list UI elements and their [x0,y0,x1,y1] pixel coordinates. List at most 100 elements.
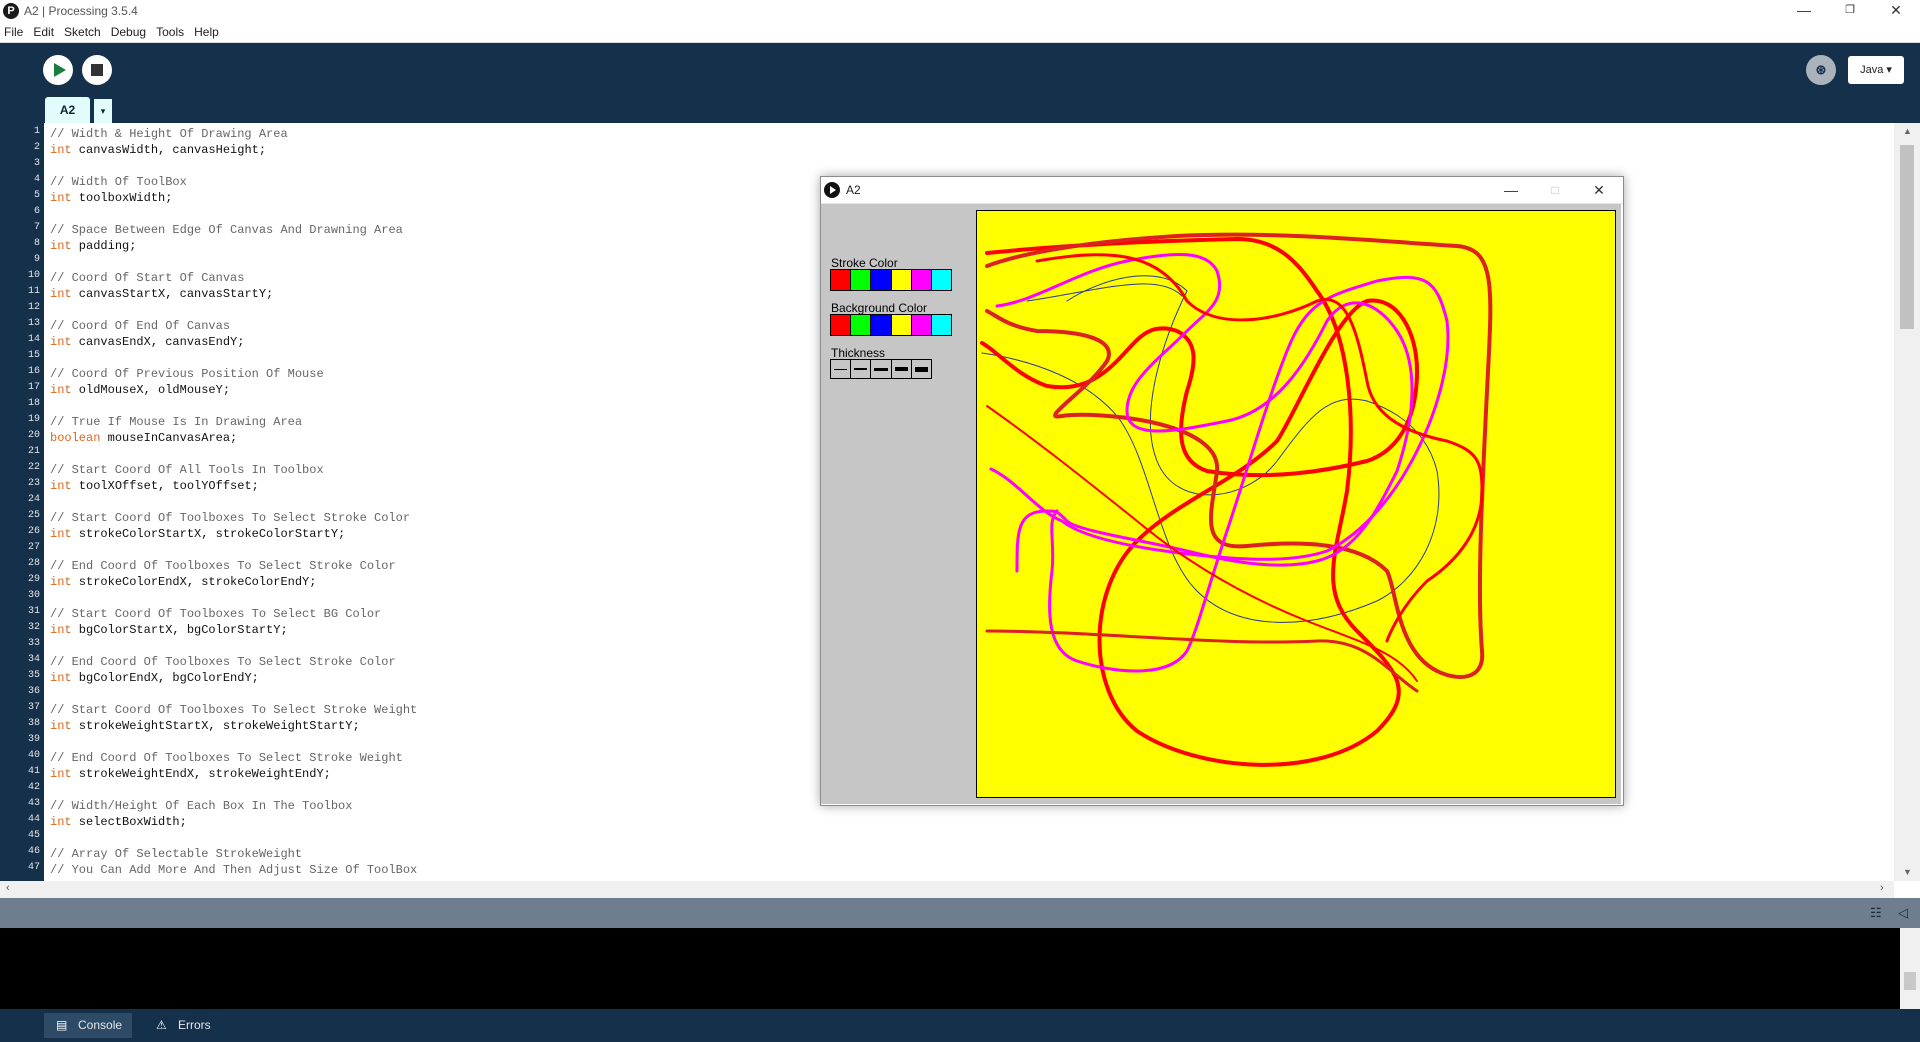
code-line[interactable]: int selectBoxWidth; [50,814,417,830]
thickness-option-1[interactable] [831,360,852,378]
code-line[interactable]: // Coord Of Start Of Canvas [50,270,417,286]
menu-sketch[interactable]: Sketch [59,22,106,39]
stroke-swatch-green[interactable] [851,270,872,290]
bg-swatch-magenta[interactable] [911,315,932,335]
sketch-maximize-icon[interactable]: □ [1533,177,1577,203]
code-line[interactable]: // Width/Height Of Each Box In The Toolb… [50,798,417,814]
stroke-swatch-cyan[interactable] [931,270,952,290]
bg-swatch-cyan[interactable] [931,315,952,335]
code-line[interactable]: // End Coord Of Toolboxes To Select Stro… [50,750,417,766]
code-line[interactable]: int strokeColorStartX, strokeColorStartY… [50,526,417,542]
code-line[interactable]: // Coord Of Previous Position Of Mouse [50,366,417,382]
collapse-arrow-icon[interactable]: ◁ [1898,905,1908,921]
code-line[interactable]: int toolXOffset, toolYOffset; [50,478,417,494]
stroke-swatch-blue[interactable] [871,270,892,290]
bg-swatch-yellow[interactable] [891,315,912,335]
code-line[interactable] [50,398,417,414]
code-line[interactable] [50,254,417,270]
tab-menu-button[interactable]: ▾ [94,99,112,123]
stop-icon[interactable] [82,55,112,85]
mode-selector[interactable]: Java ▾ [1848,56,1904,84]
thickness-option-3[interactable] [871,360,892,378]
code-line[interactable]: // Width Of ToolBox [50,174,417,190]
thickness-option-2[interactable] [851,360,872,378]
menu-tools[interactable]: Tools [151,22,189,39]
code-line[interactable]: // Array Of Selectable StrokeWeight [50,846,417,862]
stroke-swatch-yellow[interactable] [891,270,912,290]
close-icon[interactable]: ✕ [1873,0,1919,22]
code-line[interactable]: int bgColorStartX, bgColorStartY; [50,622,417,638]
restore-icon[interactable]: ❐ [1827,0,1873,22]
code-line[interactable] [50,638,417,654]
code-line[interactable] [50,686,417,702]
code-line[interactable]: int padding; [50,238,417,254]
menu-edit[interactable]: Edit [28,22,59,39]
code-line[interactable] [50,590,417,606]
code-line[interactable]: // End Coord Of Toolboxes To Select Stro… [50,558,417,574]
debugger-icon[interactable]: ⊛ [1806,55,1836,85]
code-line[interactable] [50,782,417,798]
drawing-area[interactable] [976,210,1616,798]
console-scrollbar[interactable] [1900,928,1920,1009]
code-line[interactable]: int bgColorEndX, bgColorEndY; [50,670,417,686]
code-line[interactable]: // Space Between Edge Of Canvas And Draw… [50,222,417,238]
tab-errors[interactable]: ⚠ Errors [144,1013,221,1038]
code-line[interactable] [50,734,417,750]
sketch-minimize-icon[interactable]: — [1489,177,1533,203]
scroll-right-icon[interactable]: › [1880,882,1884,894]
scroll-left-icon[interactable]: ‹ [6,882,10,894]
bg-swatch-green[interactable] [851,315,872,335]
code-line[interactable]: // End Coord Of Toolboxes To Select Stro… [50,654,417,670]
menu-file[interactable]: File [0,22,28,39]
tab-console[interactable]: ▤ Console [44,1013,133,1038]
code-line[interactable]: // Start Coord Of Toolboxes To Select BG… [50,606,417,622]
stroke-swatch-red[interactable] [831,270,852,290]
code-line[interactable]: // You Can Add More And Then Adjust Size… [50,862,417,878]
code-line[interactable]: // Width & Height Of Drawing Area [50,126,417,142]
code-line[interactable] [50,206,417,222]
sketch-canvas[interactable]: Stroke Color Background Color Thickness [821,204,1621,804]
clipboard-icon[interactable]: ☷ [1870,905,1882,921]
minimize-icon[interactable]: — [1781,0,1827,22]
code-line[interactable]: boolean mouseInCanvasArea; [50,430,417,446]
bg-swatch-red[interactable] [831,315,852,335]
stroke-swatch-magenta[interactable] [911,270,932,290]
tab-a2[interactable]: A2 [45,97,90,123]
code-line[interactable]: // Start Coord Of Toolboxes To Select St… [50,702,417,718]
code-line[interactable]: int strokeWeightStartX, strokeWeightStar… [50,718,417,734]
code-line[interactable] [50,542,417,558]
code-line[interactable]: int toolboxWidth; [50,190,417,206]
code-line[interactable]: int canvasStartX, canvasStartY; [50,286,417,302]
code-line[interactable]: int strokeWeightEndX, strokeWeightEndY; [50,766,417,782]
code-line[interactable] [50,302,417,318]
console-scroll-thumb[interactable] [1904,972,1916,990]
code-line[interactable]: int oldMouseX, oldMouseY; [50,382,417,398]
editor-horizontal-scrollbar[interactable]: ‹ › [0,881,1894,898]
code-line[interactable]: // True If Mouse Is In Drawing Area [50,414,417,430]
code-line[interactable] [50,830,417,846]
line-number: 29 [27,574,40,585]
sketch-close-icon[interactable]: ✕ [1577,177,1621,203]
scroll-up-icon[interactable]: ▲ [1903,126,1912,136]
code-line[interactable]: // Start Coord Of Toolboxes To Select St… [50,510,417,526]
code-line[interactable] [50,350,417,366]
code-line[interactable]: int strokeColorEndX, strokeColorEndY; [50,574,417,590]
sketch-window[interactable]: A2 — □ ✕ Stroke Color Background Color T… [820,176,1624,806]
thickness-option-5[interactable] [912,360,931,378]
code-area[interactable]: // Width & Height Of Drawing Area int can… [50,126,417,878]
code-line[interactable]: int canvasEndX, canvasEndY; [50,334,417,350]
code-line[interactable] [50,494,417,510]
play-icon[interactable] [43,55,73,85]
editor-scroll-thumb[interactable] [1900,145,1914,329]
code-line[interactable]: int canvasWidth, canvasHeight; [50,142,417,158]
code-line[interactable] [50,158,417,174]
bg-swatch-blue[interactable] [871,315,892,335]
code-line[interactable]: // Start Coord Of All Tools In Toolbox [50,462,417,478]
thickness-option-4[interactable] [892,360,912,378]
sketch-title-bar[interactable]: A2 — □ ✕ [821,177,1623,204]
code-line[interactable] [50,446,417,462]
code-line[interactable]: // Coord Of End Of Canvas [50,318,417,334]
scroll-down-icon[interactable]: ▼ [1903,867,1912,877]
menu-help[interactable]: Help [189,22,224,39]
menu-debug[interactable]: Debug [106,22,151,39]
